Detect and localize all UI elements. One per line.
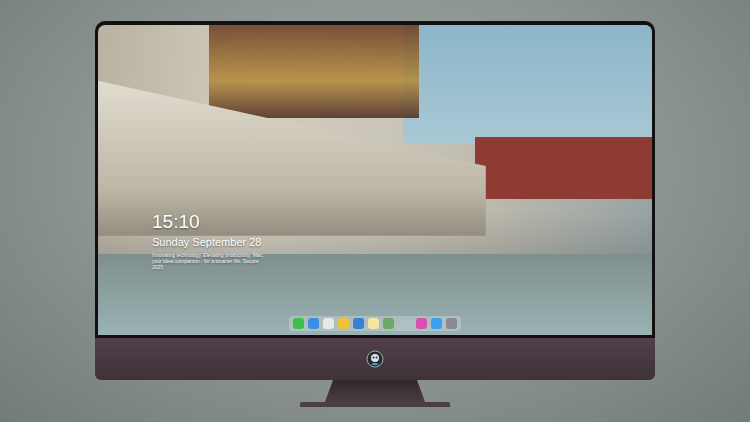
dock-separator [398, 318, 412, 329]
clock-time: 15:10 [152, 211, 264, 233]
app-icon[interactable] [293, 318, 304, 329]
dock [289, 316, 461, 331]
lock-screen: 15:10 Sunday September 28 Innovating techn… [98, 25, 652, 335]
monitor-stand [325, 380, 425, 402]
monitor-chin [95, 338, 655, 380]
app-icon[interactable] [353, 318, 364, 329]
app-icon[interactable] [446, 318, 457, 329]
app-icon[interactable] [323, 318, 334, 329]
screen-bezel: 15:10 Sunday September 28 Innovating techn… [95, 21, 655, 338]
lock-info: 15:10 Sunday September 28 Innovating techn… [152, 211, 264, 270]
app-icon[interactable] [383, 318, 394, 329]
clock-date: Sunday September 28 [152, 236, 264, 249]
app-icon[interactable] [431, 318, 442, 329]
app-icon[interactable] [368, 318, 379, 329]
app-icon[interactable] [338, 318, 349, 329]
stand-base [300, 402, 450, 407]
app-icon[interactable] [308, 318, 319, 329]
monitor: 15:10 Sunday September 28 Innovating techn… [95, 21, 655, 407]
logo-icon [366, 350, 384, 368]
app-icon[interactable] [416, 318, 427, 329]
lock-tagline: Innovating technology, Elevating product… [152, 252, 264, 270]
